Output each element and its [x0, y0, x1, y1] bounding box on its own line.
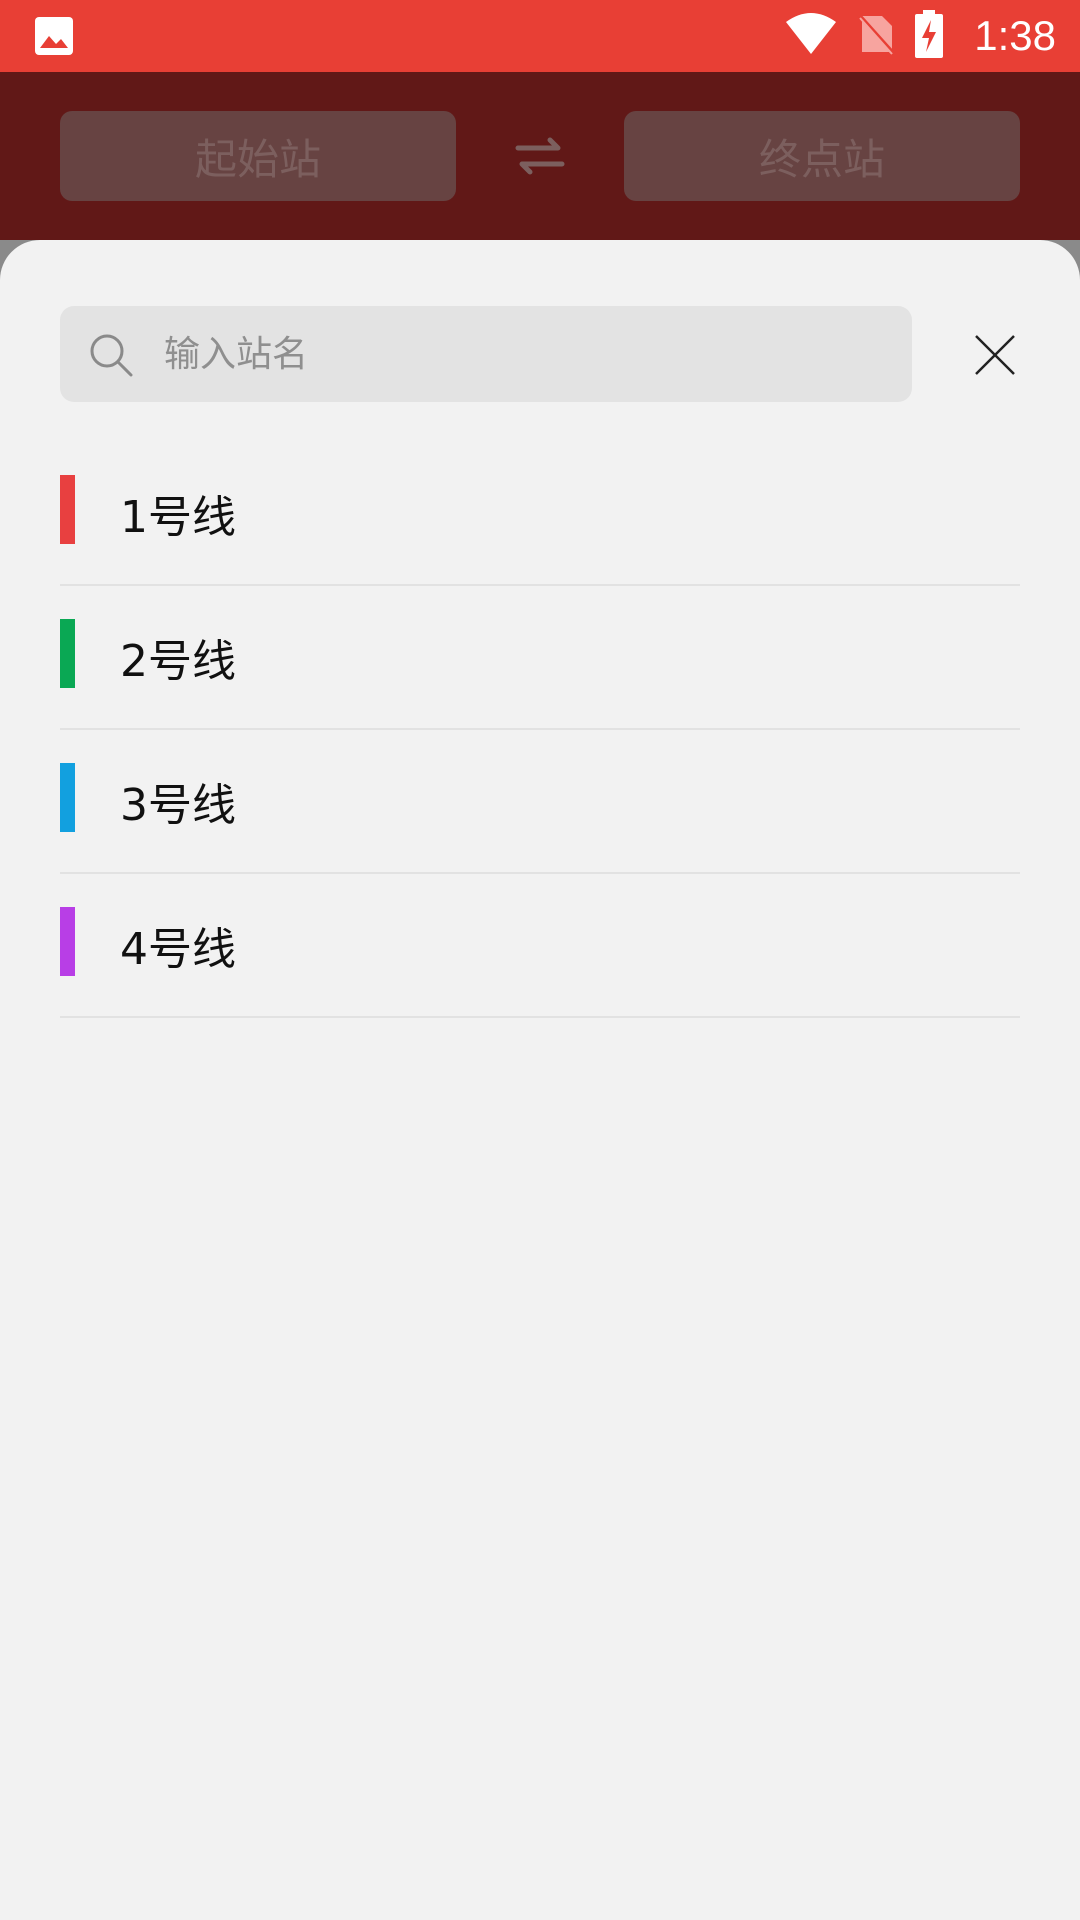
- line-label: 3号线: [120, 780, 236, 831]
- route-header: 起始站 终点站: [0, 72, 1080, 240]
- search-icon: [88, 332, 134, 378]
- end-station-button[interactable]: 终点站: [624, 111, 1020, 201]
- line-label: 4号线: [120, 924, 236, 975]
- line-color-indicator: [60, 619, 75, 688]
- line-label: 1号线: [120, 492, 236, 543]
- start-station-button[interactable]: 起始站: [60, 111, 456, 201]
- no-sim-icon: [856, 12, 896, 60]
- station-search-input[interactable]: [164, 306, 884, 402]
- swap-arrows-icon[interactable]: [512, 132, 568, 180]
- status-icons: 1:38: [784, 0, 1056, 72]
- line-color-indicator: [60, 763, 75, 832]
- line-color-indicator: [60, 475, 75, 544]
- line-item-3[interactable]: 3号线: [60, 730, 1020, 874]
- wifi-icon: [784, 12, 838, 60]
- close-icon[interactable]: [970, 330, 1020, 380]
- line-picker-sheet: 1号线 2号线 3号线 4号线: [0, 240, 1080, 1920]
- screen: 1:38 起始站 终点站 输入站名 1号线 2号线 3号线 4号线: [0, 0, 1080, 1920]
- status-bar: 1:38: [0, 0, 1080, 72]
- line-item-2[interactable]: 2号线: [60, 586, 1020, 730]
- battery-charging-icon: [914, 10, 944, 62]
- image-icon: [34, 16, 74, 56]
- status-time: 1:38: [974, 12, 1056, 59]
- line-label: 2号线: [120, 636, 236, 687]
- search-box[interactable]: [60, 306, 912, 402]
- line-list: 1号线 2号线 3号线 4号线: [60, 442, 1020, 1018]
- line-item-1[interactable]: 1号线: [60, 442, 1020, 586]
- line-color-indicator: [60, 907, 75, 976]
- line-item-4[interactable]: 4号线: [60, 874, 1020, 1018]
